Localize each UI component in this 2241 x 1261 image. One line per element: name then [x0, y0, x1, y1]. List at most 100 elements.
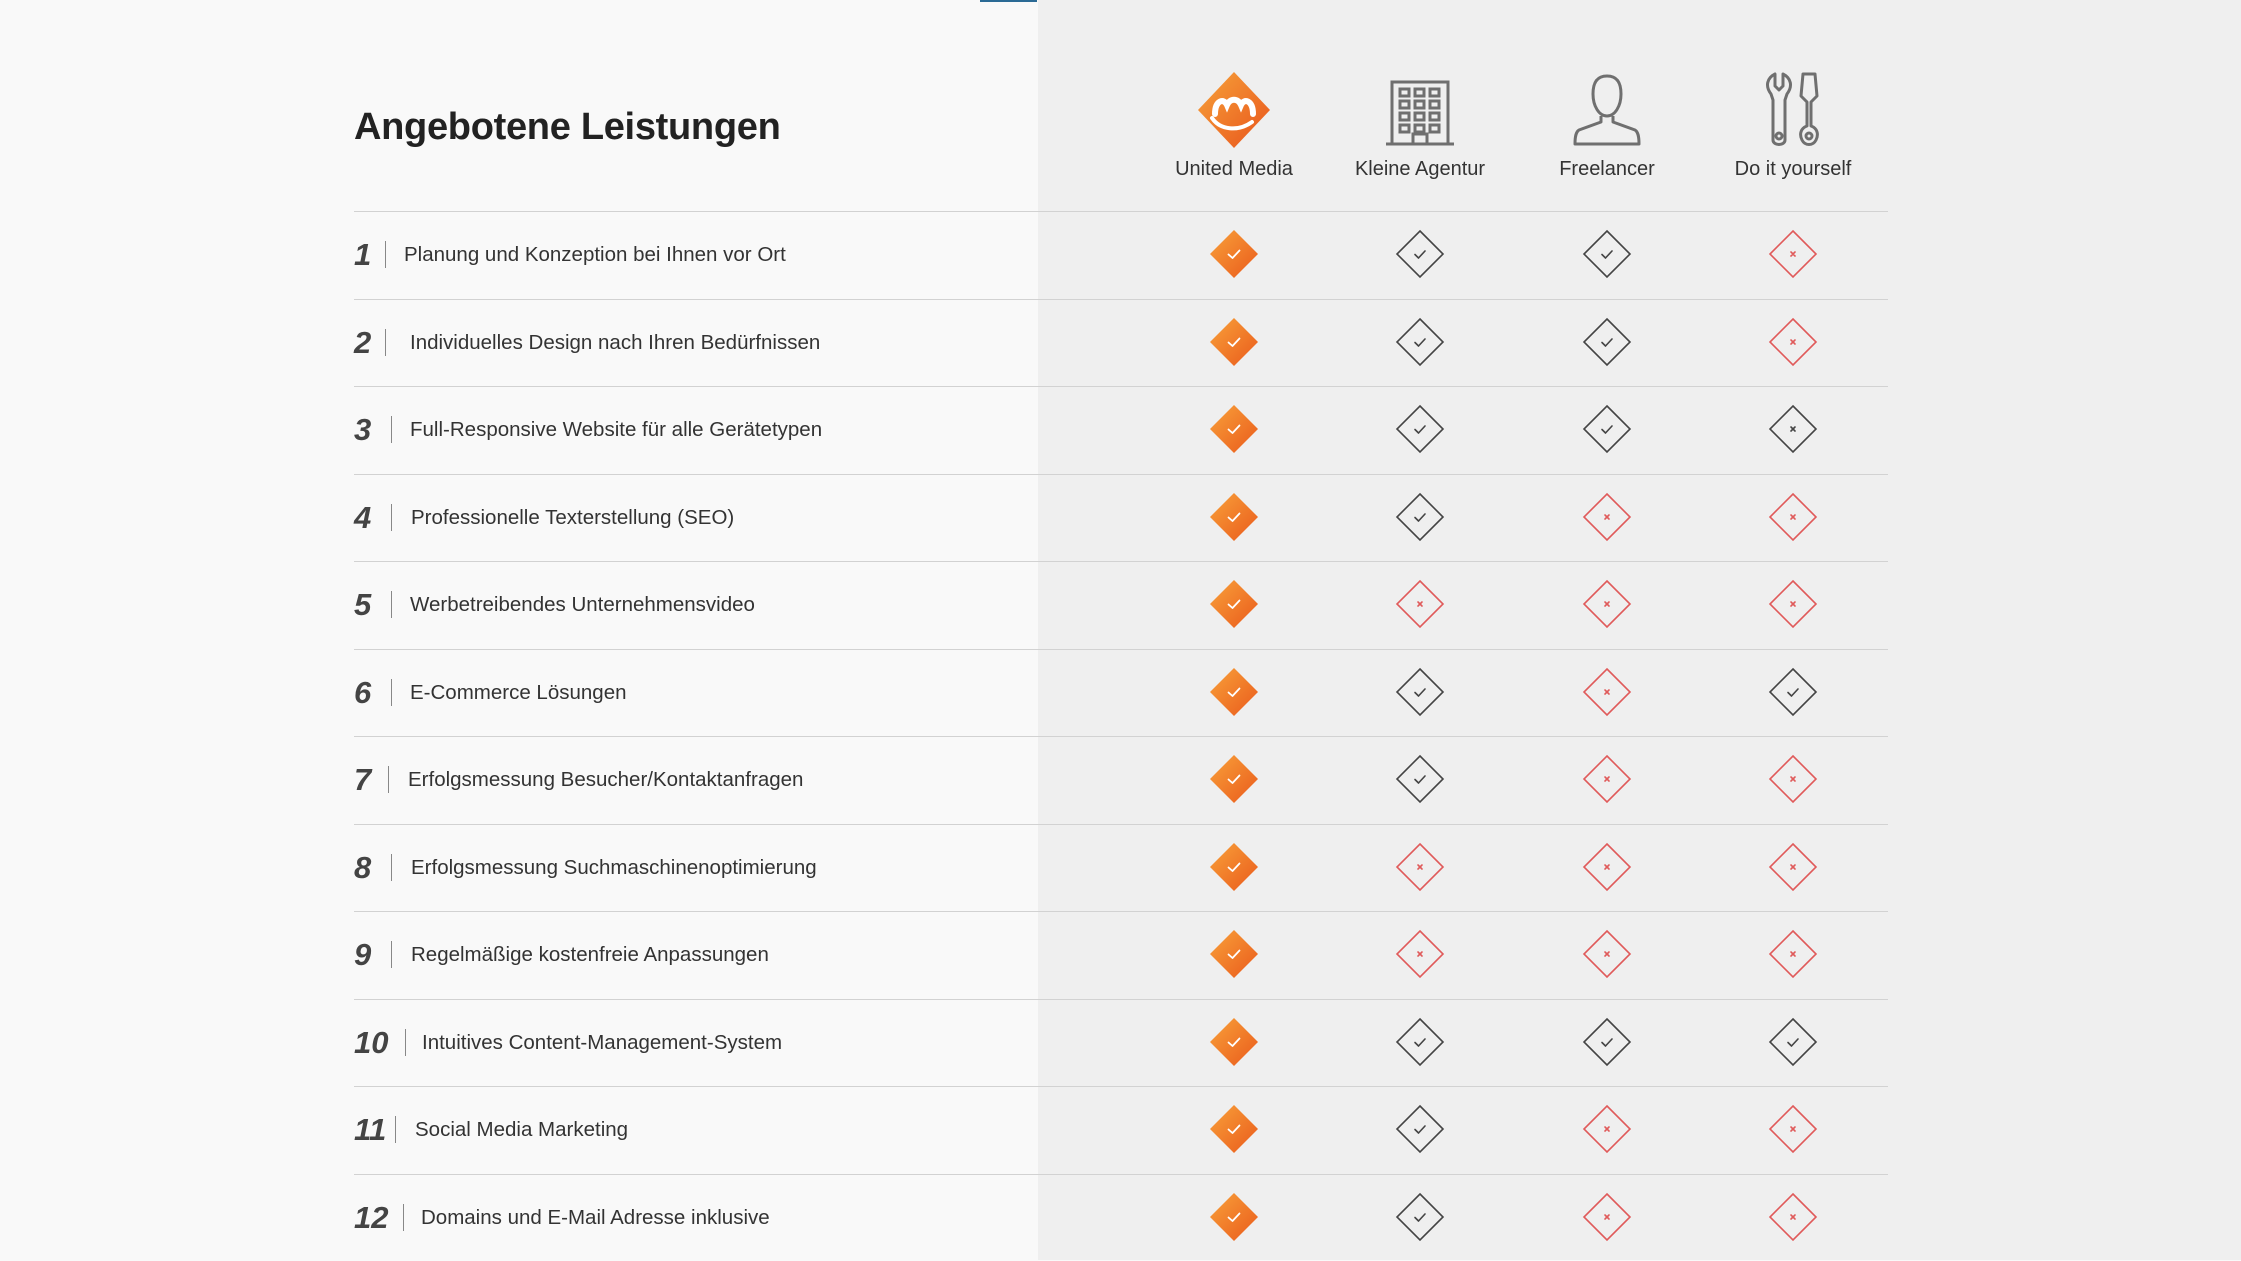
check-icon: [1394, 753, 1446, 805]
table-row: 3 Full-Responsive Website für alle Geräte…: [354, 386, 1888, 473]
featured-check-icon: [1208, 491, 1260, 543]
row-number: 7: [354, 762, 372, 797]
row-number-separator: [405, 1028, 406, 1056]
row-number: 5: [354, 587, 372, 622]
table-row: 5 Werbetreibendes Unternehmensvideo: [354, 561, 1888, 648]
feature-label: Planung und Konzeption bei Ihnen vor Ort: [404, 243, 786, 266]
featured-check-icon: [1208, 928, 1260, 980]
table-row: 10 Intuitives Content-Management-System: [354, 999, 1888, 1086]
table-row: 2 Individuelles Design nach Ihren Bedürfn…: [354, 299, 1888, 386]
row-number: 11: [354, 1112, 387, 1147]
cross-icon: [1581, 1103, 1633, 1155]
check-icon: [1581, 1016, 1633, 1068]
office-building-icon: [1380, 70, 1460, 150]
feature-label: Regelmäßige kostenfreie Anpassungen: [411, 943, 769, 966]
cross-icon: [1581, 578, 1633, 630]
feature-label: Professionelle Texterstellung (SEO): [411, 505, 735, 529]
featured-check-icon: [1208, 578, 1260, 630]
featured-check-icon: [1208, 403, 1260, 455]
cross-icon: [1767, 1191, 1819, 1243]
top-accent-bar: [980, 0, 1037, 2]
featured-check-icon: [1208, 1016, 1260, 1068]
check-icon: [1581, 316, 1633, 368]
check-icon: [1394, 1191, 1446, 1243]
feature-label: Full-Responsive Website für alle Gerätet…: [410, 418, 823, 441]
check-icon: [1394, 1103, 1446, 1155]
featured-check-icon: [1208, 753, 1260, 805]
check-icon: [1394, 403, 1446, 455]
table-row: 6 E-Commerce Lösungen: [354, 649, 1888, 736]
cross-icon: [1767, 403, 1819, 455]
column-label: Do it yourself: [1734, 158, 1852, 180]
featured-check-icon: [1208, 316, 1260, 368]
table-row: 1 Planung und Konzeption bei Ihnen vor Or…: [354, 211, 1888, 298]
table-row: 12 Domains und E-Mail Adresse inklusive: [354, 1174, 1888, 1261]
feature-label: Erfolgsmessung Besucher/Kontaktanfragen: [408, 768, 804, 791]
cross-icon: [1394, 578, 1446, 630]
column-header-united-media: United Media: [1139, 70, 1329, 181]
row-number: 10: [354, 1024, 389, 1060]
row-number-separator: [391, 503, 392, 531]
table-row: 8 Erfolgsmessung Suchmaschinenoptimierung: [354, 824, 1888, 911]
row-number-separator: [391, 678, 392, 706]
feature-label: Domains und E-Mail Adresse inklusive: [421, 1205, 770, 1229]
check-icon: [1767, 1016, 1819, 1068]
featured-check-icon: [1208, 666, 1260, 718]
row-number-separator: [385, 241, 386, 268]
check-icon: [1581, 403, 1633, 455]
feature-label: Social Media Marketing: [415, 1118, 629, 1141]
united-media-logo-icon: [1194, 70, 1274, 150]
table-row: 4 Professionelle Texterstellung (SEO): [354, 474, 1888, 561]
row-number: 6: [354, 674, 372, 710]
cross-icon: [1767, 928, 1819, 980]
check-icon: [1394, 316, 1446, 368]
row-number-separator: [391, 941, 392, 968]
feature-label: Intuitives Content-Management-System: [422, 1030, 783, 1054]
featured-check-icon: [1208, 841, 1260, 893]
check-icon: [1394, 491, 1446, 543]
table-row: 7 Erfolgsmessung Besucher/Kontaktanfragen: [354, 736, 1888, 823]
cross-icon: [1767, 316, 1819, 368]
cross-icon: [1394, 841, 1446, 893]
feature-label: Erfolgsmessung Suchmaschinenoptimierung: [411, 855, 817, 879]
person-icon: [1567, 70, 1647, 150]
check-icon: [1581, 228, 1633, 280]
row-number: 3: [354, 412, 372, 447]
cross-icon: [1581, 1191, 1633, 1243]
row-number: 8: [354, 849, 372, 885]
row-number-separator: [385, 328, 386, 356]
column-header-freelancer: Freelancer: [1512, 70, 1702, 181]
feature-label: E-Commerce Lösungen: [410, 680, 627, 704]
row-number: 1: [354, 237, 372, 272]
column-header-do-it-yourself: Do it yourself: [1698, 70, 1888, 181]
column-header-kleine-agentur: Kleine Agentur: [1325, 70, 1515, 181]
check-icon: [1394, 228, 1446, 280]
feature-label: Individuelles Design nach Ihren Bedürfni…: [410, 330, 821, 354]
feature-label: Werbetreibendes Unternehmensvideo: [410, 593, 755, 616]
cross-icon: [1581, 928, 1633, 980]
check-icon: [1394, 666, 1446, 718]
column-label: Kleine Agentur: [1354, 158, 1486, 180]
featured-check-icon: [1208, 1103, 1260, 1155]
check-icon: [1767, 666, 1819, 718]
row-number: 4: [354, 499, 372, 535]
cross-icon: [1767, 228, 1819, 280]
table-row: 9 Regelmäßige kostenfreie Anpassungen: [354, 911, 1888, 998]
cross-icon: [1581, 491, 1633, 543]
row-number-separator: [391, 591, 392, 618]
row-number: 9: [354, 937, 372, 972]
table-row: 11 Social Media Marketing: [354, 1086, 1888, 1173]
cross-icon: [1767, 753, 1819, 805]
cross-icon: [1581, 841, 1633, 893]
section-title: Angebotene Leistungen: [354, 106, 781, 148]
cross-icon: [1394, 928, 1446, 980]
row-number-separator: [403, 1203, 404, 1231]
column-label: Freelancer: [1559, 158, 1655, 180]
cross-icon: [1767, 1103, 1819, 1155]
cross-icon: [1767, 841, 1819, 893]
row-number-separator: [391, 853, 392, 881]
cross-icon: [1581, 753, 1633, 805]
cross-icon: [1767, 578, 1819, 630]
row-number-separator: [391, 416, 392, 443]
column-label: United Media: [1175, 158, 1293, 180]
